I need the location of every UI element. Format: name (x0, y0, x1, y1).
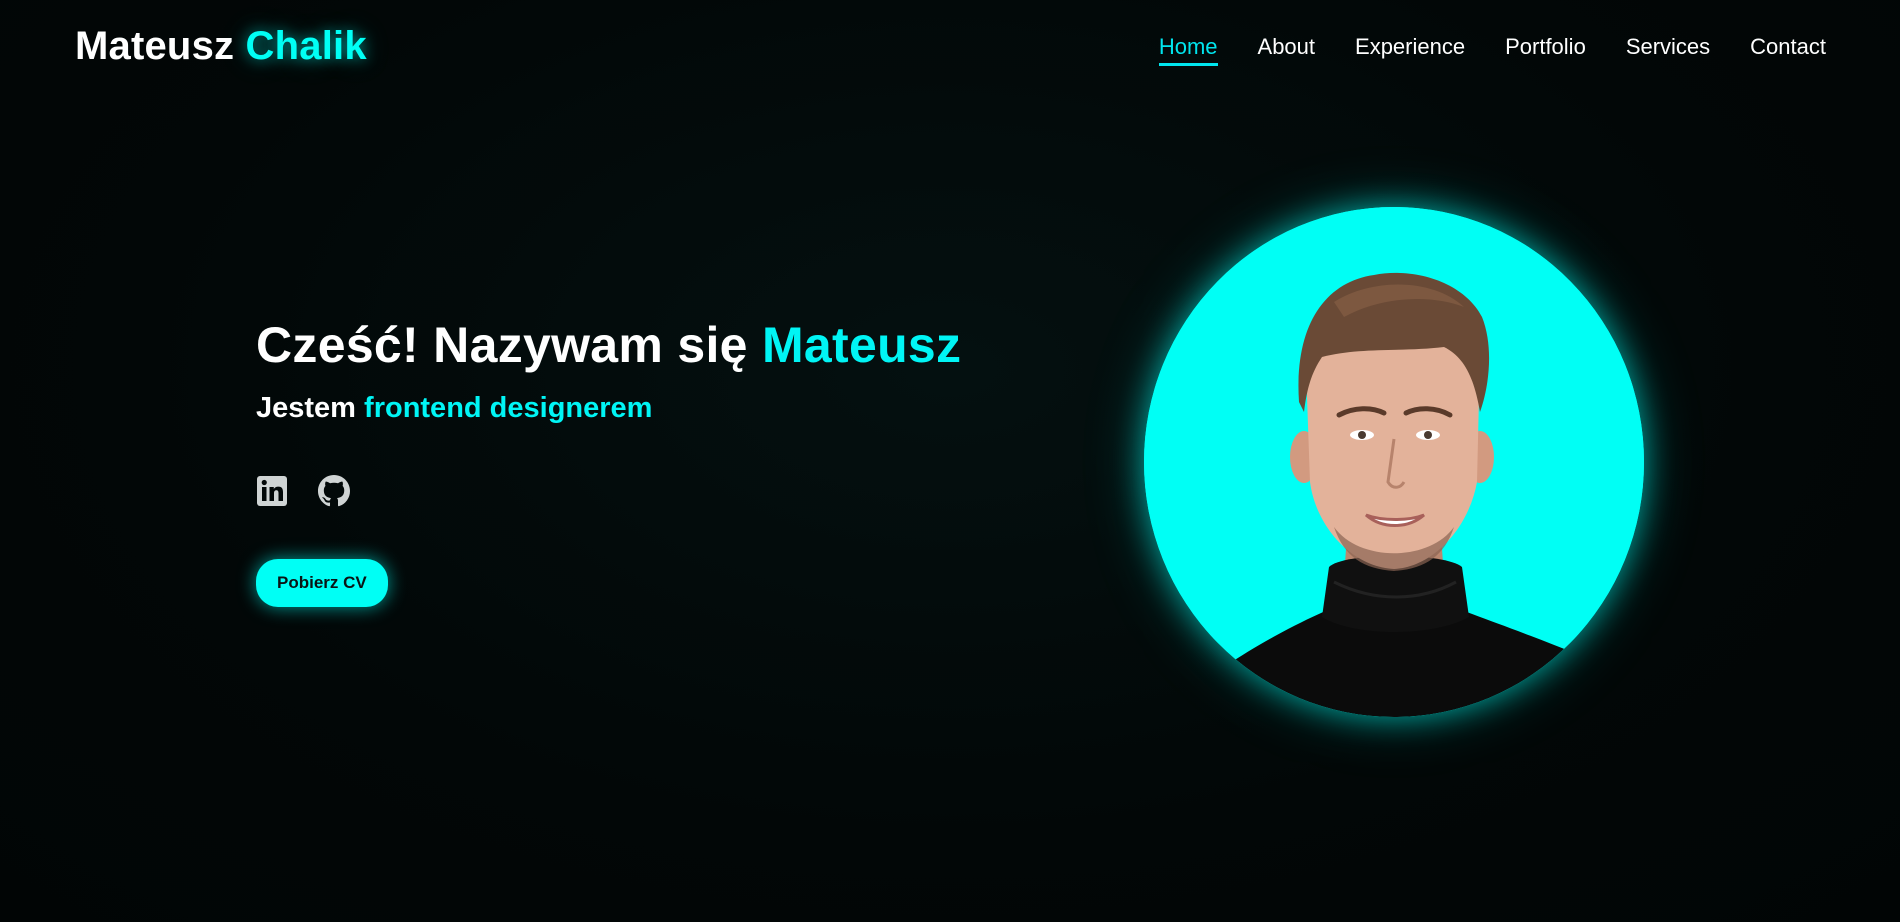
nav-item-portfolio[interactable]: Portfolio (1505, 34, 1586, 66)
site-logo[interactable]: Mateusz Chalik (75, 24, 367, 69)
hero-subtitle-role: frontend designerem (364, 392, 653, 424)
hero-title-prefix: Cześć! Nazywam się (256, 317, 748, 373)
linkedin-icon[interactable] (256, 475, 288, 507)
nav-item-services[interactable]: Services (1626, 34, 1710, 66)
logo-last-name: Chalik (245, 24, 367, 68)
hero-text: Cześć! Nazywam się Mateusz Jestem fronte… (256, 316, 961, 607)
social-links (256, 475, 961, 507)
profile-photo (1144, 207, 1644, 717)
hero-subtitle-prefix: Jestem (256, 392, 356, 424)
github-icon[interactable] (318, 475, 350, 507)
main-nav: Home About Experience Portfolio Services… (1158, 34, 1826, 66)
logo-first-name: Mateusz (75, 24, 235, 68)
hero-title-name: Mateusz (761, 317, 962, 373)
hero-title: Cześć! Nazywam się Mateusz (256, 316, 961, 374)
download-cv-button[interactable]: Pobierz CV (256, 559, 388, 607)
nav-item-about[interactable]: About (1258, 34, 1316, 66)
nav-item-home[interactable]: Home (1158, 34, 1218, 66)
nav-item-experience[interactable]: Experience (1355, 34, 1465, 66)
page: Mateusz Chalik Home About Experience Por… (0, 0, 1900, 922)
nav-item-contact[interactable]: Contact (1750, 34, 1826, 66)
hero-subtitle: Jestem frontend designerem (256, 392, 961, 425)
